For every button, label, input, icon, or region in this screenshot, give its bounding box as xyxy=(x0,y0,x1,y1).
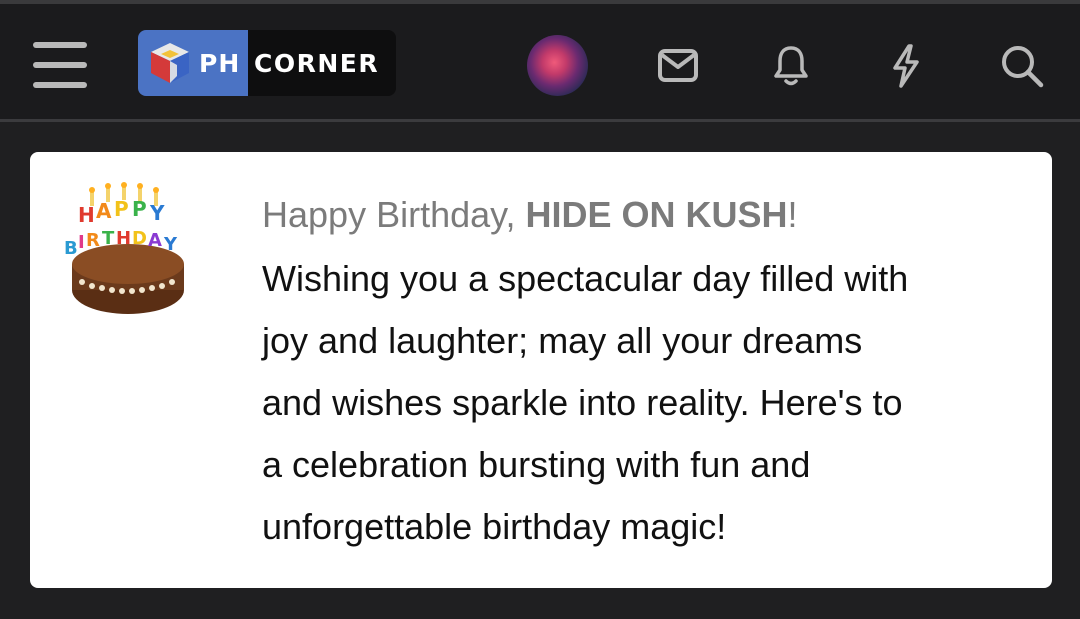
lightning-icon[interactable] xyxy=(882,42,930,90)
logo-ph-text: PH xyxy=(199,48,241,78)
birthday-message: Happy Birthday, HIDE ON KUSH! Wishing yo… xyxy=(262,188,1032,558)
svg-text:D: D xyxy=(132,228,147,249)
bell-icon[interactable] xyxy=(767,42,815,90)
svg-text:H: H xyxy=(116,228,131,249)
search-icon[interactable] xyxy=(998,42,1046,90)
svg-text:Y: Y xyxy=(163,234,178,255)
svg-text:B: B xyxy=(64,238,78,259)
wish-line: unforgettable birthday magic! xyxy=(262,506,727,547)
svg-text:A: A xyxy=(96,199,112,223)
wish-text: Wishing you a spectacular day filled wit… xyxy=(262,248,1032,558)
avatar[interactable] xyxy=(527,35,588,96)
svg-text:Y: Y xyxy=(149,201,165,225)
greeting-suffix: ! xyxy=(787,194,798,235)
greeting-line: Happy Birthday, HIDE ON KUSH! xyxy=(262,188,1032,242)
birthday-cake-image: H A P P Y B I R T H D A Y xyxy=(60,182,196,322)
wish-line: Wishing you a spectacular day filled wit… xyxy=(262,258,909,299)
svg-text:A: A xyxy=(148,230,162,251)
greeting-prefix: Happy Birthday, xyxy=(262,194,526,235)
top-navigation-bar: PH CORNER xyxy=(0,0,1080,122)
svg-text:P: P xyxy=(132,197,147,221)
ph-corner-logo[interactable]: PH CORNER xyxy=(138,30,396,96)
wish-line: joy and laughter; may all your dreams xyxy=(262,320,863,361)
svg-text:H: H xyxy=(78,203,95,227)
menu-icon[interactable] xyxy=(33,42,87,88)
svg-text:T: T xyxy=(102,228,115,249)
svg-text:R: R xyxy=(86,230,100,251)
logo-cube-icon xyxy=(151,43,189,83)
wish-line: and wishes sparkle into reality. Here's … xyxy=(262,382,903,423)
mail-icon[interactable] xyxy=(654,42,702,90)
username: HIDE ON KUSH xyxy=(525,194,788,235)
logo-left: PH xyxy=(138,30,248,96)
wish-line: a celebration bursting with fun and xyxy=(262,444,811,485)
svg-text:I: I xyxy=(78,232,85,253)
svg-text:P: P xyxy=(114,197,129,221)
logo-corner-text: CORNER xyxy=(254,48,380,78)
